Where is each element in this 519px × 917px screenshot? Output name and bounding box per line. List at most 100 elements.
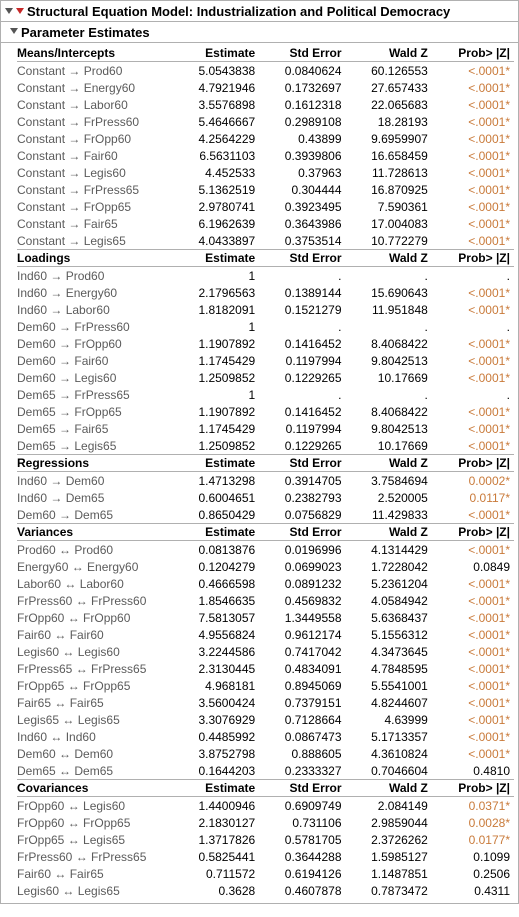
row-label: FrOpp65 ↔ Legis65 <box>17 831 175 848</box>
cell: 0.1229265 <box>259 369 345 386</box>
row-label: Constant → Fair60 <box>17 147 175 164</box>
row-label: Fair60 ↔ Fair60 <box>17 626 175 643</box>
table-row: Constant → Fair656.19626390.364398617.00… <box>17 215 514 232</box>
table-row: Dem60 → Legis601.25098520.122926510.1766… <box>17 369 514 386</box>
column-header: Wald Z <box>346 524 432 541</box>
disclosure-icon[interactable] <box>3 6 15 16</box>
cell: 5.5541001 <box>346 677 432 694</box>
cell: 11.951848 <box>346 301 432 318</box>
cell: 4.9556824 <box>175 626 259 643</box>
cell: 4.3473645 <box>346 643 432 660</box>
title-bar[interactable]: Structural Equation Model: Industrializa… <box>1 1 518 22</box>
cell: 16.870925 <box>346 181 432 198</box>
table-row: Dem65 → FrOpp651.19078920.14164528.40684… <box>17 403 514 420</box>
cell: 0.1732697 <box>259 79 345 96</box>
cell: . <box>259 318 345 335</box>
section-header: Regressions <box>17 455 175 472</box>
cell: 0.6004651 <box>175 489 259 506</box>
cell: 1.1907892 <box>175 335 259 352</box>
row-label: Ind60 → Dem60 <box>17 472 175 490</box>
p-value: <.0001* <box>432 232 514 250</box>
p-value: 0.2506 <box>432 865 514 882</box>
row-label: Legis60 ↔ Legis65 <box>17 882 175 899</box>
p-value: 0.0117* <box>432 489 514 506</box>
cell: 0.1389144 <box>259 284 345 301</box>
table-row: Ind60 → Energy602.17965630.138914415.690… <box>17 284 514 301</box>
cell: 1.2509852 <box>175 437 259 455</box>
p-value: <.0001* <box>432 369 514 386</box>
p-value: <.0001* <box>432 130 514 147</box>
row-label: Dem65 → Fair65 <box>17 420 175 437</box>
cell: 4.0584942 <box>346 592 432 609</box>
column-header: Prob> |Z| <box>432 45 514 62</box>
p-value: <.0001* <box>432 694 514 711</box>
table-row: Prod60 ↔ Prod600.08138760.01969964.13144… <box>17 541 514 559</box>
cell: 0.0756829 <box>259 506 345 524</box>
p-value: 0.0002* <box>432 472 514 490</box>
table-row: Dem65 → Legis651.25098520.122926510.1766… <box>17 437 514 455</box>
cell: 0.7873472 <box>346 882 432 899</box>
cell: 4.7921946 <box>175 79 259 96</box>
row-label: Constant → Prod60 <box>17 62 175 80</box>
cell: 3.3076929 <box>175 711 259 728</box>
cell: 2.084149 <box>346 797 432 815</box>
cell: 2.3726262 <box>346 831 432 848</box>
cell: 0.3643986 <box>259 215 345 232</box>
p-value: <.0001* <box>432 609 514 626</box>
cell: 6.1962639 <box>175 215 259 232</box>
hotspot-icon[interactable] <box>15 6 25 16</box>
disclosure-icon[interactable] <box>9 25 19 39</box>
cell: 0.0196996 <box>259 541 345 559</box>
table-row: Constant → Prod605.05438380.084062460.12… <box>17 62 514 80</box>
cell: 3.7584694 <box>346 472 432 490</box>
cell: 7.5813057 <box>175 609 259 626</box>
table-row: Legis60 ↔ Legis603.22445860.74170424.347… <box>17 643 514 660</box>
row-label: Constant → Legis65 <box>17 232 175 250</box>
cell: 17.004083 <box>346 215 432 232</box>
panel-subtitle: Parameter Estimates <box>19 25 150 40</box>
column-header: Estimate <box>175 250 259 267</box>
cell: 0.3914705 <box>259 472 345 490</box>
cell: 1.1745429 <box>175 420 259 437</box>
cell: 0.8945069 <box>259 677 345 694</box>
cell: 1.7228042 <box>346 558 432 575</box>
p-value: 0.4311 <box>432 882 514 899</box>
table-row: FrPress60 ↔ FrPress650.58254410.36442881… <box>17 848 514 865</box>
p-value: <.0001* <box>432 96 514 113</box>
column-header: Wald Z <box>346 780 432 797</box>
cell: 0.1197994 <box>259 420 345 437</box>
cell: 2.9780741 <box>175 198 259 215</box>
row-label: Ind60 → Prod60 <box>17 267 175 285</box>
cell: 1.1487851 <box>346 865 432 882</box>
cell: 5.4646667 <box>175 113 259 130</box>
table-row: Dem65 ↔ Dem650.16442030.23333270.7046604… <box>17 762 514 780</box>
p-value: <.0001* <box>432 403 514 420</box>
table-row: Fair60 ↔ Fair650.7115720.61941261.148785… <box>17 865 514 882</box>
table-row: FrOpp60 ↔ FrOpp652.18301270.7311062.9859… <box>17 814 514 831</box>
section-header: Means/Intercepts <box>17 45 175 62</box>
column-header: Wald Z <box>346 250 432 267</box>
cell: 1.5985127 <box>346 848 432 865</box>
cell: 0.2989108 <box>259 113 345 130</box>
column-header: Estimate <box>175 455 259 472</box>
p-value: <.0001* <box>432 164 514 181</box>
p-value: <.0001* <box>432 728 514 745</box>
cell: 3.5576898 <box>175 96 259 113</box>
table-row: Constant → Fair606.56311030.393980616.65… <box>17 147 514 164</box>
cell: 1.8546635 <box>175 592 259 609</box>
section-header: Loadings <box>17 250 175 267</box>
cell: 1.4400946 <box>175 797 259 815</box>
cell: 9.6959907 <box>346 130 432 147</box>
subtitle-bar[interactable]: Parameter Estimates <box>1 22 518 43</box>
cell: 1 <box>175 267 259 285</box>
cell: 6.5631103 <box>175 147 259 164</box>
cell: 0.1416452 <box>259 335 345 352</box>
cell: . <box>346 318 432 335</box>
p-value: <.0001* <box>432 677 514 694</box>
cell: 4.7848595 <box>346 660 432 677</box>
table-row: Ind60 → Dem601.47132980.39147053.7584694… <box>17 472 514 490</box>
cell: 4.2564229 <box>175 130 259 147</box>
row-label: Dem65 ↔ Dem65 <box>17 762 175 780</box>
column-header: Std Error <box>259 45 345 62</box>
p-value: 0.0028* <box>432 814 514 831</box>
